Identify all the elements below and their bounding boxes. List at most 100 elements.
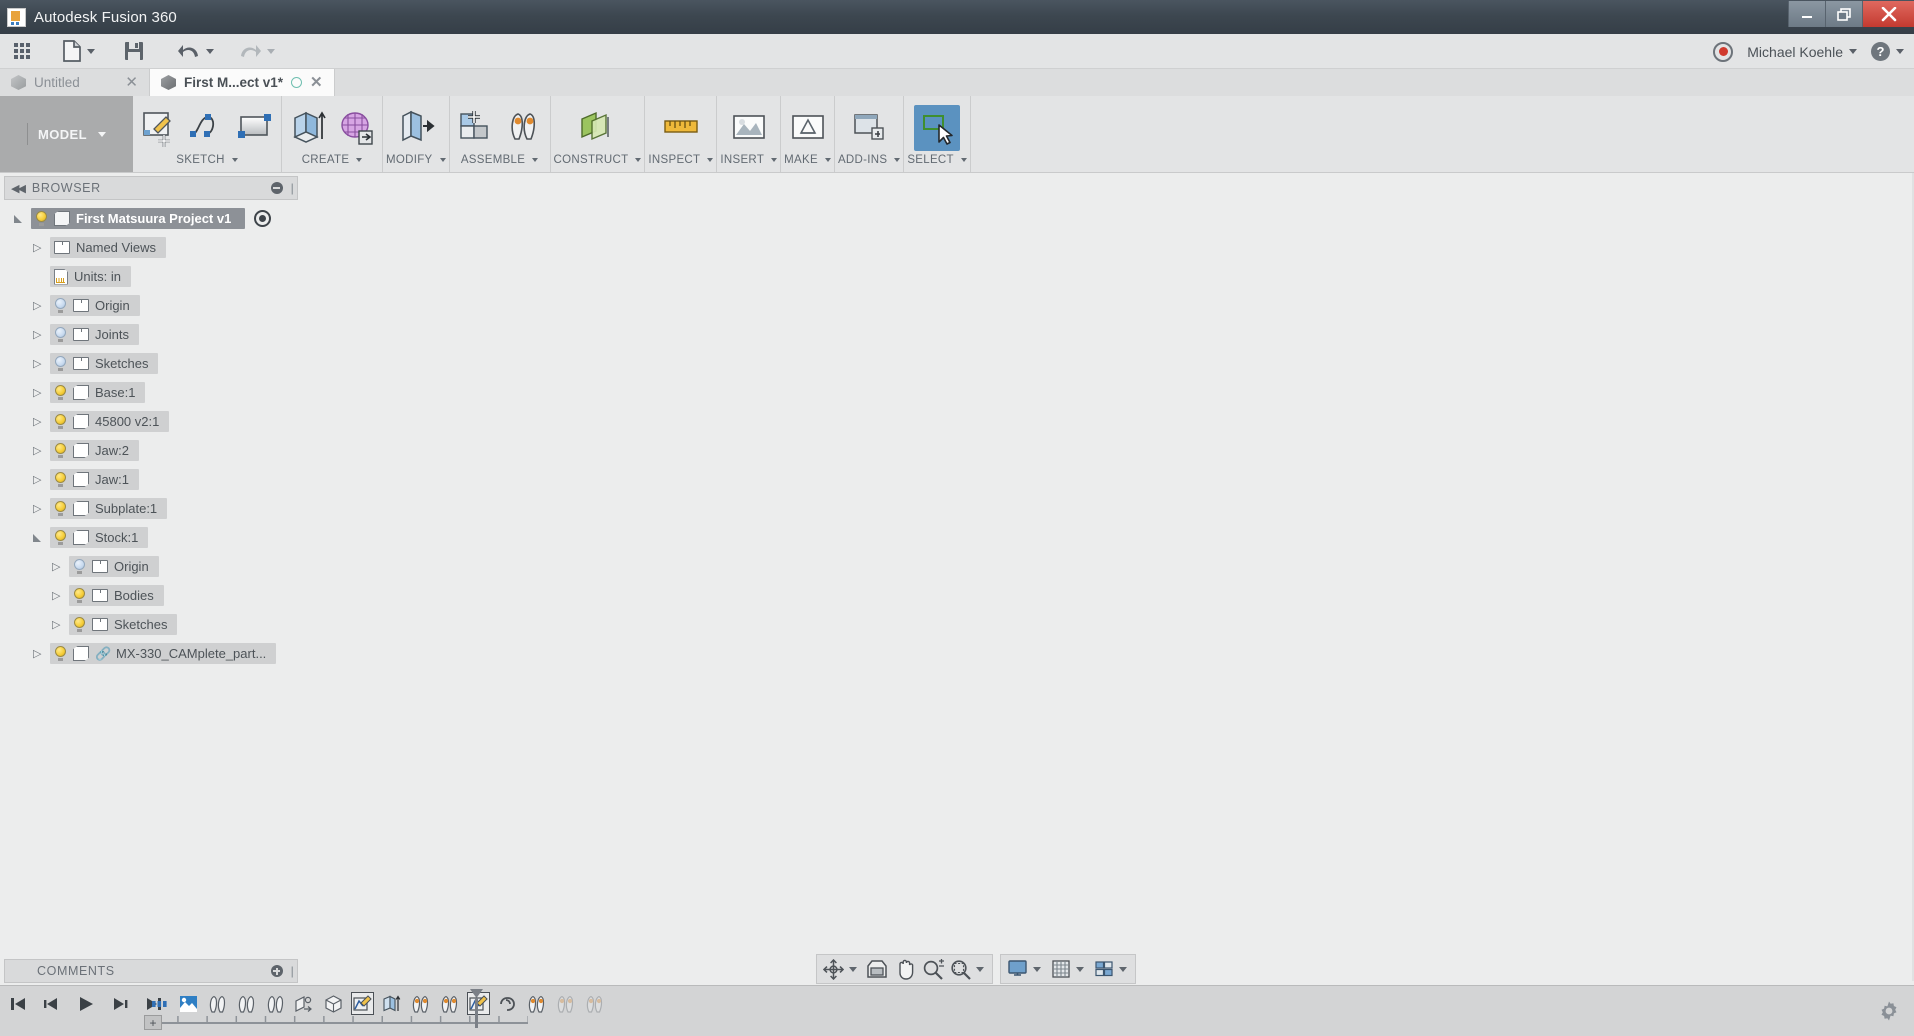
model-left-jaw-column[interactable] — [418, 716, 646, 981]
expand-arrow-icon[interactable]: ▷ — [33, 502, 45, 515]
visibility-bulb-icon[interactable] — [54, 530, 67, 545]
browser-tree-item[interactable]: ▷ Origin — [4, 291, 298, 320]
panel-caret-icon[interactable] — [894, 158, 901, 162]
timeline-feature-new-body[interactable] — [322, 992, 345, 1015]
browser-item-pill[interactable]: Base:1 — [50, 382, 146, 403]
visibility-bulb-icon[interactable] — [54, 646, 67, 661]
browser-tree-item[interactable]: ▷ 🔗 MX-330_CAMplete_part... — [4, 639, 298, 668]
browser-item-pill[interactable]: Jaw:1 — [50, 469, 139, 490]
help-caret-icon[interactable] — [1896, 49, 1904, 54]
help-icon[interactable]: ? — [1871, 42, 1890, 61]
pan-button[interactable] — [891, 956, 918, 982]
browser-tree-item[interactable]: ▷ Sketches — [4, 610, 298, 639]
ribbon-panel-label-modify[interactable]: MODIFY — [386, 154, 446, 172]
collapse-arrow-icon[interactable] — [14, 214, 26, 223]
app-grid-button[interactable] — [0, 34, 37, 69]
timeline-feature-sketch[interactable] — [351, 992, 374, 1015]
browser-item-pill[interactable]: Named Views — [50, 237, 166, 258]
insert-mcmaster-button[interactable] — [726, 105, 772, 151]
panel-caret-icon[interactable] — [771, 158, 778, 162]
browser-tree-item[interactable]: ▷ Subplate:1 — [4, 494, 298, 523]
joint-button[interactable] — [501, 105, 547, 151]
double-left-arrow-icon[interactable]: ◀◀ — [11, 182, 26, 195]
viewports-button[interactable] — [1090, 956, 1117, 982]
timeline-feature-joint[interactable] — [235, 992, 258, 1015]
maximize-button[interactable] — [1825, 1, 1862, 27]
browser-tree-item[interactable]: First Matsuura Project v1 — [4, 204, 298, 233]
browser-tree-item[interactable]: ▷ Named Views — [4, 233, 298, 262]
browser-item-pill[interactable]: Jaw:2 — [50, 440, 139, 461]
panel-caret-icon[interactable] — [635, 158, 642, 162]
browser-tree-item[interactable]: ▷ Origin — [4, 552, 298, 581]
timeline-feature-offset-plane[interactable] — [293, 992, 316, 1015]
browser-tree-item[interactable]: ▷ Bodies — [4, 581, 298, 610]
timeline-feature-as-built-joint[interactable] — [554, 992, 577, 1015]
ribbon-panel-label-make[interactable]: MAKE — [784, 154, 831, 172]
orbit-caret-icon[interactable] — [849, 966, 857, 972]
browser-item-pill[interactable]: Origin — [50, 295, 140, 316]
panel-caret-icon[interactable] — [707, 158, 714, 162]
minimize-button[interactable] — [1788, 1, 1825, 27]
ribbon-panel-label-select[interactable]: SELECT — [907, 154, 967, 172]
browser-tree-item[interactable]: ▷ Joints — [4, 320, 298, 349]
visibility-bulb-icon[interactable] — [73, 617, 86, 632]
ribbon-panel-label-insert[interactable]: INSERT — [720, 154, 778, 172]
save-button[interactable] — [116, 34, 152, 69]
timeline-playback-controls[interactable] — [6, 992, 166, 1016]
quick-access-right-group[interactable]: Michael Koehle ? — [1713, 34, 1904, 69]
offset-plane-button[interactable] — [574, 105, 620, 151]
timeline-feature-list[interactable] — [148, 992, 606, 1015]
minimize-circle-icon[interactable] — [270, 182, 283, 194]
revolve-mesh-button[interactable] — [333, 105, 379, 151]
expand-arrow-icon[interactable]: ▷ — [33, 444, 45, 457]
undo-caret-icon[interactable] — [206, 48, 214, 54]
expand-arrow-icon[interactable]: ▷ — [33, 473, 45, 486]
browser-tree-item[interactable]: Stock:1 — [4, 523, 298, 552]
panel-caret-icon[interactable] — [532, 158, 539, 162]
ribbon-panel-label-create[interactable]: CREATE — [302, 154, 363, 172]
browser-item-pill[interactable]: Origin — [69, 556, 159, 577]
redo-caret-icon[interactable] — [267, 48, 275, 54]
grid-snaps-button[interactable] — [1047, 956, 1074, 982]
expand-arrow-icon[interactable]: ▷ — [33, 299, 45, 312]
orbit-button[interactable] — [820, 956, 847, 982]
step-back-button[interactable] — [40, 992, 64, 1016]
3d-print-button[interactable] — [785, 105, 831, 151]
visibility-bulb-icon[interactable] — [54, 501, 67, 516]
timeline-feature-as-built-joint[interactable] — [525, 992, 548, 1015]
expand-arrow-icon[interactable]: ▷ — [33, 415, 45, 428]
document-tab-first-matsuura[interactable]: First M...ect v1* ✕ — [150, 69, 335, 96]
timeline-feature-extrude[interactable] — [380, 992, 403, 1015]
panel-caret-icon[interactable] — [824, 158, 831, 162]
browser-item-pill[interactable]: Sketches — [69, 614, 178, 635]
select-button[interactable] — [914, 105, 961, 151]
workspace-selector[interactable]: MODEL — [0, 96, 133, 172]
timeline-feature-as-built-joint[interactable] — [409, 992, 432, 1015]
fit-window-button[interactable] — [947, 956, 974, 982]
press-pull-button[interactable] — [393, 105, 439, 151]
expand-arrow-icon[interactable]: ▷ — [33, 647, 45, 660]
timeline-feature-imported-component[interactable] — [177, 992, 200, 1015]
browser-item-pill[interactable]: Stock:1 — [50, 527, 149, 548]
rectangle-button[interactable] — [232, 105, 278, 151]
add-comment-icon[interactable] — [270, 965, 283, 977]
extrude-button[interactable] — [285, 105, 331, 151]
redo-button[interactable] — [231, 34, 282, 69]
visibility-bulb-icon[interactable] — [54, 472, 67, 487]
spline-button[interactable] — [184, 105, 230, 151]
viewports-caret-icon[interactable] — [1119, 966, 1127, 972]
ribbon-panel-label-assemble[interactable]: ASSEMBLE — [461, 154, 539, 172]
panel-caret-icon[interactable] — [231, 158, 238, 162]
browser-item-pill[interactable]: 45800 v2:1 — [50, 411, 170, 432]
close-tab-icon[interactable]: ✕ — [310, 75, 323, 90]
browser-tree[interactable]: First Matsuura Project v1 ▷ Named Views Uni… — [4, 200, 298, 668]
expand-arrow-icon[interactable]: ▷ — [52, 618, 64, 631]
expand-arrow-icon[interactable]: ▷ — [52, 589, 64, 602]
activate-component-icon[interactable] — [254, 210, 272, 227]
browser-item-pill[interactable]: Units: in — [50, 266, 131, 287]
model-right-base-slab[interactable] — [1398, 941, 1838, 981]
viewport-navigation-bar[interactable] — [816, 952, 1136, 986]
close-tab-icon[interactable]: ✕ — [125, 75, 138, 90]
timeline-feature-rigid-group[interactable] — [496, 992, 519, 1015]
visibility-bulb-icon[interactable] — [54, 414, 67, 429]
